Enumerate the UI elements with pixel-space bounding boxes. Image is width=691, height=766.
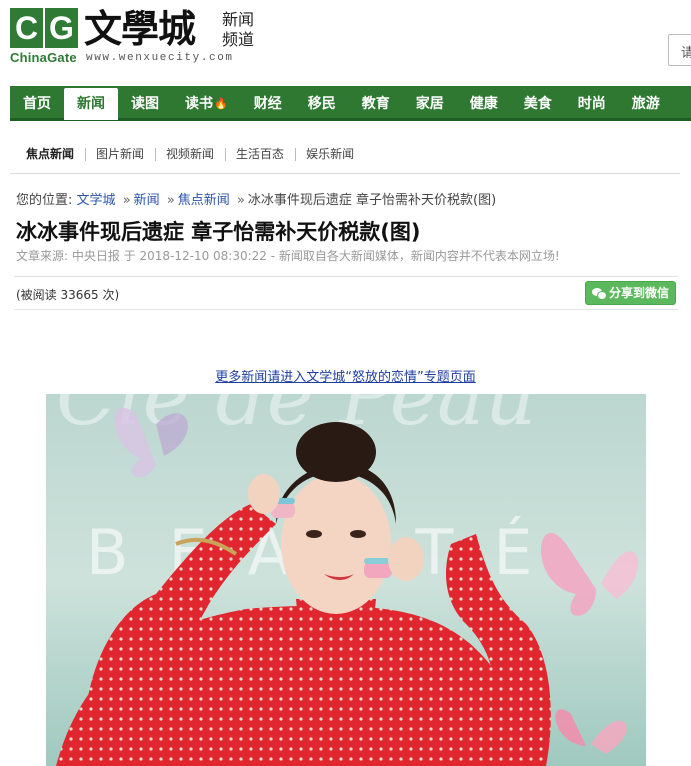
channel-name-line1: 新闻 xyxy=(222,10,255,29)
breadcrumb-current: 冰冰事件现后遗症 章子怡需补天价税款(图) xyxy=(247,193,497,208)
site-header: C G ChinaGate 文學城 新闻 频道 www.wenxuecity.c… xyxy=(0,0,691,84)
chinagate-wordmark: ChinaGate xyxy=(10,50,77,65)
channel-name: 新闻 频道 xyxy=(222,10,262,50)
site-url: www.wenxuecity.com xyxy=(86,52,234,64)
breadcrumb-link-focus-news[interactable]: 焦点新闻 xyxy=(178,193,230,208)
subnav-item-video-news[interactable]: 视频新闻 xyxy=(155,134,225,174)
subnav-item-focus-news[interactable]: 焦点新闻 xyxy=(22,134,85,174)
share-wechat-button[interactable]: 分享到微信 xyxy=(584,281,676,305)
nav-item-label: 时尚 xyxy=(577,96,606,112)
nav-item-label: 读书 xyxy=(185,96,213,112)
subnav-item-entertainment[interactable]: 娱乐新闻 xyxy=(295,134,365,174)
wechat-icon xyxy=(591,287,607,300)
breadcrumb: 您的位置: 文学城 » 新闻 » 焦点新闻 » 冰冰事件现后遗症 章子怡需补天价税款(… xyxy=(16,189,496,208)
breadcrumb-prefix: 您的位置: xyxy=(16,193,73,208)
logo-letter-g: G xyxy=(45,8,78,48)
nav-item-immigration[interactable]: 移民 xyxy=(295,86,349,118)
subnav-item-life[interactable]: 生活百态 xyxy=(225,134,295,174)
main-nav: 首页 新闻 读图 读书🔥 财经 移民 教育 家居 健康 美食 时尚 旅游 xyxy=(10,86,691,121)
breadcrumb-link-wenxuecity[interactable]: 文学城 xyxy=(77,193,116,208)
nav-item-label: 健康 xyxy=(469,96,498,112)
article-meta: 文章来源: 中央日报 于 2018-12-10 08:30:22 - 新闻取自各… xyxy=(16,249,560,263)
breadcrumb-link-news[interactable]: 新闻 xyxy=(134,193,160,208)
article-title: 冰冰事件现后遗症 章子怡需补天价税款(图) xyxy=(16,220,421,244)
nav-item-travel[interactable]: 旅游 xyxy=(619,86,673,118)
nav-item-health[interactable]: 健康 xyxy=(457,86,511,118)
search-input[interactable]: 请 xyxy=(668,34,691,66)
nav-item-label: 旅游 xyxy=(631,96,660,112)
nav-item-home[interactable]: 首页 xyxy=(10,86,64,118)
nav-item-label: 移民 xyxy=(307,96,336,112)
nav-item-label: 读图 xyxy=(131,96,159,112)
topic-page-link[interactable]: 更多新闻请进入文学城“怒放的恋情”专题页面 xyxy=(0,366,691,385)
nav-item-label: 教育 xyxy=(361,96,390,112)
subnav-item-photo-news[interactable]: 图片新闻 xyxy=(85,134,155,174)
nav-item-fashion[interactable]: 时尚 xyxy=(565,86,619,118)
sub-nav: 焦点新闻 图片新闻 视频新闻 生活百态 娱乐新闻 xyxy=(10,134,680,174)
nav-item-home-living[interactable]: 家居 xyxy=(403,86,457,118)
nav-item-education[interactable]: 教育 xyxy=(349,86,403,118)
nav-item-finance[interactable]: 财经 xyxy=(241,86,295,118)
logo-letter-c: C xyxy=(10,8,43,48)
breadcrumb-separator: » xyxy=(236,193,245,208)
channel-name-line2: 频道 xyxy=(222,30,255,49)
wenxuecity-logo[interactable]: 文學城 xyxy=(84,4,196,54)
breadcrumb-separator: » xyxy=(166,193,175,208)
nav-item-label: 财经 xyxy=(253,96,282,112)
nav-item-news[interactable]: 新闻 xyxy=(64,88,118,120)
nav-item-label: 家居 xyxy=(415,96,444,112)
breadcrumb-separator: » xyxy=(122,193,131,208)
article-photo: Cle de Peau BEAUTÉ xyxy=(46,394,646,766)
share-wechat-label: 分享到微信 xyxy=(608,286,669,300)
nav-item-label: 首页 xyxy=(23,96,51,112)
nav-item-label: 美食 xyxy=(523,96,552,112)
nav-item-food[interactable]: 美食 xyxy=(511,86,565,118)
read-count: (被阅读 33665 次) xyxy=(16,288,120,302)
nav-item-label: 新闻 xyxy=(77,96,105,112)
chinagate-logo[interactable]: C G xyxy=(10,8,80,52)
nav-item-photos[interactable]: 读图 xyxy=(118,86,172,118)
nav-item-books[interactable]: 读书🔥 xyxy=(172,86,241,118)
fire-icon: 🔥 xyxy=(214,97,228,110)
article-toolbar: (被阅读 33665 次) 分享到微信 xyxy=(14,276,678,310)
